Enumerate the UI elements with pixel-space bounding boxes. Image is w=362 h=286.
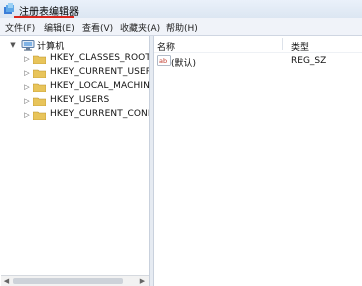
folder-icon [33,83,46,92]
menu-favorites[interactable]: 收藏夹(A) [120,21,160,34]
folder-icon [33,55,46,64]
regedit-icon [4,3,14,14]
column-divider[interactable] [282,38,283,50]
tree-node-hkey-current-user[interactable]: ▷ HKEY_CURRENT_USER [1,67,149,80]
tree-node-hkey-classes-root[interactable]: ▷ HKEY_CLASSES_ROOT [1,53,149,66]
tree-node-label: HKEY_CLASSES_ROOT [50,53,149,63]
scroll-left-icon[interactable]: ◀ [2,277,11,286]
expand-arrow-icon[interactable]: ▷ [23,69,31,78]
expand-arrow-icon[interactable]: ▷ [23,55,31,64]
tree-node-computer[interactable]: ▼ 计算机 [1,39,149,52]
tree-node-label: HKEY_USERS [50,95,110,105]
tree-node-hkey-users[interactable]: ▷ HKEY_USERS [1,95,149,108]
computer-icon [21,40,35,51]
values-list-pane[interactable]: 名称 类型 ab (默认) REG_SZ [154,36,362,286]
tree-node-label: HKEY_CURRENT_USER [50,67,149,77]
expand-arrow-icon[interactable]: ▷ [23,111,31,120]
menu-view[interactable]: 查看(V) [82,21,113,34]
value-row[interactable]: ab (默认) REG_SZ [154,55,362,69]
collapse-arrow-icon[interactable]: ▼ [9,41,17,50]
string-value-icon-text: ab [159,57,167,65]
tree-node-label: HKEY_LOCAL_MACHIN [50,81,149,91]
tree-node-label: HKEY_CURRENT_CONF [50,109,149,119]
expand-arrow-icon[interactable]: ▷ [23,97,31,106]
menu-file[interactable]: 文件(F) [5,21,35,34]
scroll-right-icon[interactable]: ▶ [138,277,147,286]
header-separator [154,52,362,53]
menu-edit[interactable]: 编辑(E) [44,21,75,34]
folder-icon [33,97,46,106]
scrollbar-thumb[interactable] [13,278,123,284]
tree-node-hkey-local-machine[interactable]: ▷ HKEY_LOCAL_MACHIN [1,81,149,94]
string-value-icon: ab [157,55,171,66]
menu-bar: 文件(F) 编辑(E) 查看(V) 收藏夹(A) 帮助(H) [0,18,362,36]
value-type: REG_SZ [291,56,327,66]
tree-node-label: 计算机 [37,42,65,52]
value-name: (默认) [171,59,197,69]
folder-icon [33,69,46,78]
expand-arrow-icon[interactable]: ▷ [23,83,31,92]
folder-icon [33,111,46,120]
menu-help[interactable]: 帮助(H) [166,21,198,34]
registry-tree-pane[interactable]: ▼ 计算机 ▷ HKEY_CLASSES_ROOT ▷ HKEY_CURRENT… [1,36,149,286]
tree-node-hkey-current-config[interactable]: ▷ HKEY_CURRENT_CONF [1,109,149,122]
tree-horizontal-scrollbar[interactable]: ◀ ▶ [1,275,149,286]
title-bar: 注册表编辑器 [0,0,362,18]
